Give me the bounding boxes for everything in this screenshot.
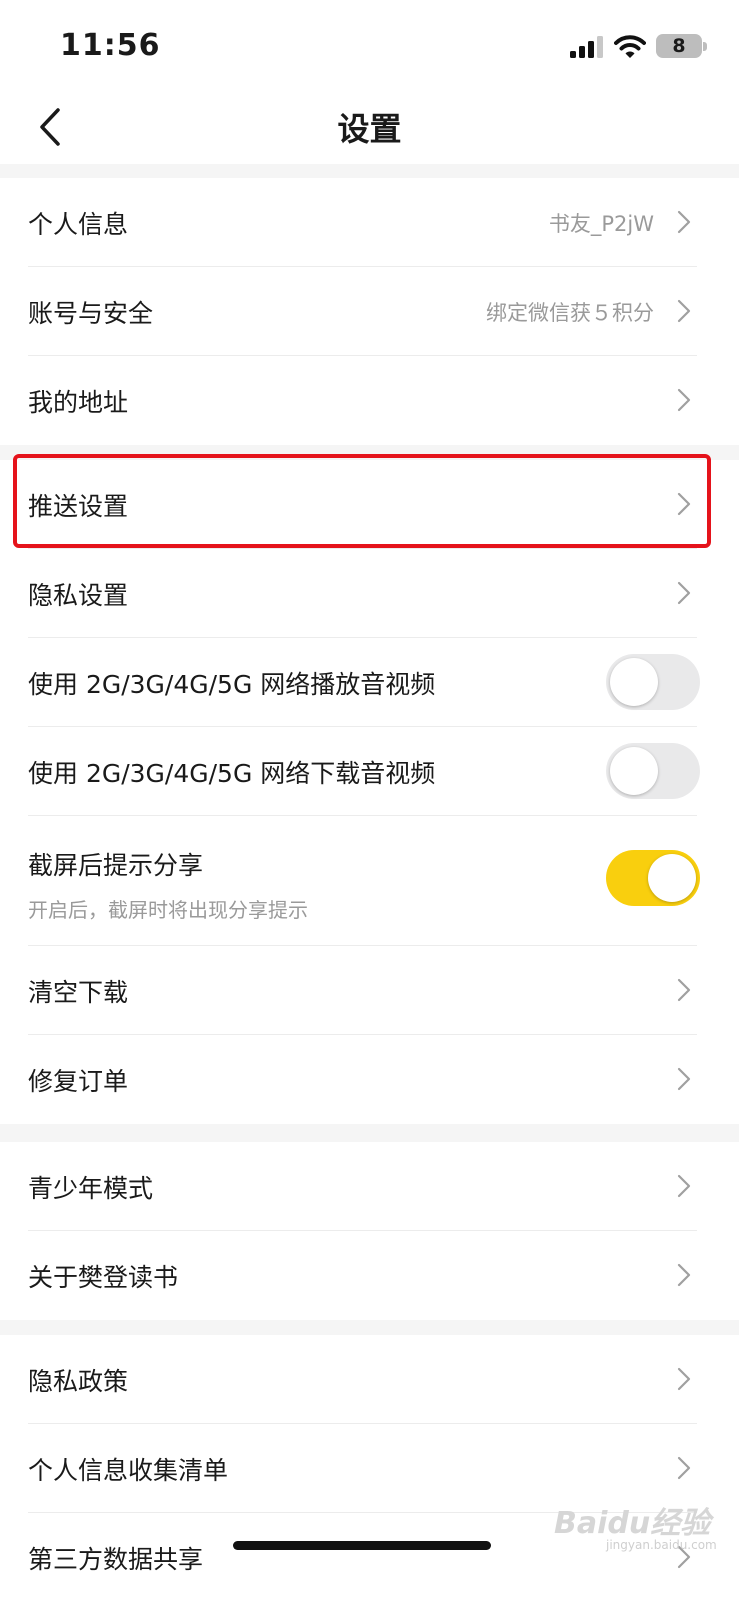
settings-section-about: 青少年模式 关于樊登读书: [0, 1142, 739, 1320]
row-teen-mode[interactable]: 青少年模式: [0, 1142, 739, 1231]
chevron-right-icon: [677, 1367, 691, 1391]
row-label: 修复订单: [28, 1067, 129, 1096]
row-label: 个人信息收集清单: [28, 1456, 229, 1485]
chevron-right-icon: [677, 1174, 691, 1198]
page-title: 设置: [337, 110, 402, 148]
row-privacy-settings[interactable]: 隐私设置: [0, 549, 739, 638]
battery-icon: 8: [656, 34, 702, 58]
row-repair-orders[interactable]: 修复订单: [0, 1035, 739, 1124]
row-my-address[interactable]: 我的地址: [0, 356, 739, 445]
row-push-settings[interactable]: 推送设置: [0, 460, 739, 549]
row-label: 我的地址: [28, 388, 129, 417]
row-label: 个人信息: [28, 210, 129, 239]
row-label: 清空下载: [28, 978, 129, 1007]
chevron-right-icon: [677, 978, 691, 1002]
row-screenshot-share: 截屏后提示分享 开启后，截屏时将出现分享提示: [0, 816, 739, 946]
screenshot-share-toggle[interactable]: [606, 850, 700, 906]
wifi-icon: [614, 35, 646, 58]
row-label: 使用 2G/3G/4G/5G 网络下载音视频: [28, 759, 436, 788]
chevron-right-icon: [677, 1263, 691, 1287]
row-label: 隐私设置: [28, 581, 129, 610]
chevron-right-icon: [677, 388, 691, 412]
settings-section-policy: 隐私政策 个人信息收集清单 第三方数据共享: [0, 1335, 739, 1600]
chevron-right-icon: [677, 210, 691, 234]
row-account-security[interactable]: 账号与安全 绑定微信获５积分: [0, 267, 739, 356]
chevron-right-icon: [677, 1456, 691, 1480]
chevron-right-icon: [677, 581, 691, 605]
status-bar: 11:56 8: [0, 0, 739, 90]
toggle-knob: [610, 658, 658, 706]
row-personal-info[interactable]: 个人信息 书友_P2jW: [0, 178, 739, 267]
row-about[interactable]: 关于樊登读书: [0, 1231, 739, 1320]
row-cellular-play: 使用 2G/3G/4G/5G 网络播放音视频: [0, 638, 739, 727]
row-value: 绑定微信获５积分: [486, 301, 654, 325]
battery-level: 8: [672, 35, 686, 57]
nav-bar: 设置: [0, 90, 739, 164]
battery-cap: [703, 42, 707, 51]
chevron-right-icon: [677, 1067, 691, 1091]
watermark-url: jingyan.baidu.com: [606, 1538, 717, 1552]
row-label: 隐私政策: [28, 1367, 129, 1396]
row-label: 截屏后提示分享: [28, 851, 204, 880]
home-indicator[interactable]: [233, 1541, 491, 1550]
toggle-knob: [610, 747, 658, 795]
settings-section-general: 推送设置 隐私设置 使用 2G/3G/4G/5G 网络播放音视频 使用 2G/3…: [0, 460, 739, 1124]
row-label: 使用 2G/3G/4G/5G 网络播放音视频: [28, 670, 436, 699]
row-clear-downloads[interactable]: 清空下载: [0, 946, 739, 1035]
row-privacy-policy[interactable]: 隐私政策: [0, 1335, 739, 1424]
row-cellular-download: 使用 2G/3G/4G/5G 网络下载音视频: [0, 727, 739, 816]
row-label: 关于樊登读书: [28, 1263, 179, 1292]
settings-section-account: 个人信息 书友_P2jW 账号与安全 绑定微信获５积分 我的地址: [0, 178, 739, 445]
row-label: 账号与安全: [28, 299, 154, 328]
watermark-logo: Baidu经验: [554, 1506, 711, 1541]
row-label: 青少年模式: [28, 1174, 154, 1203]
row-sublabel: 开启后，截屏时将出现分享提示: [28, 898, 308, 922]
row-label: 推送设置: [28, 492, 129, 521]
status-time: 11:56: [60, 28, 161, 63]
row-label: 第三方数据共享: [28, 1545, 204, 1574]
cellular-play-toggle[interactable]: [606, 654, 700, 710]
cellular-signal-icon: [570, 36, 603, 58]
chevron-right-icon: [677, 299, 691, 323]
toggle-knob: [648, 854, 696, 902]
row-value: 书友_P2jW: [548, 212, 654, 236]
chevron-right-icon: [677, 492, 691, 516]
cellular-download-toggle[interactable]: [606, 743, 700, 799]
